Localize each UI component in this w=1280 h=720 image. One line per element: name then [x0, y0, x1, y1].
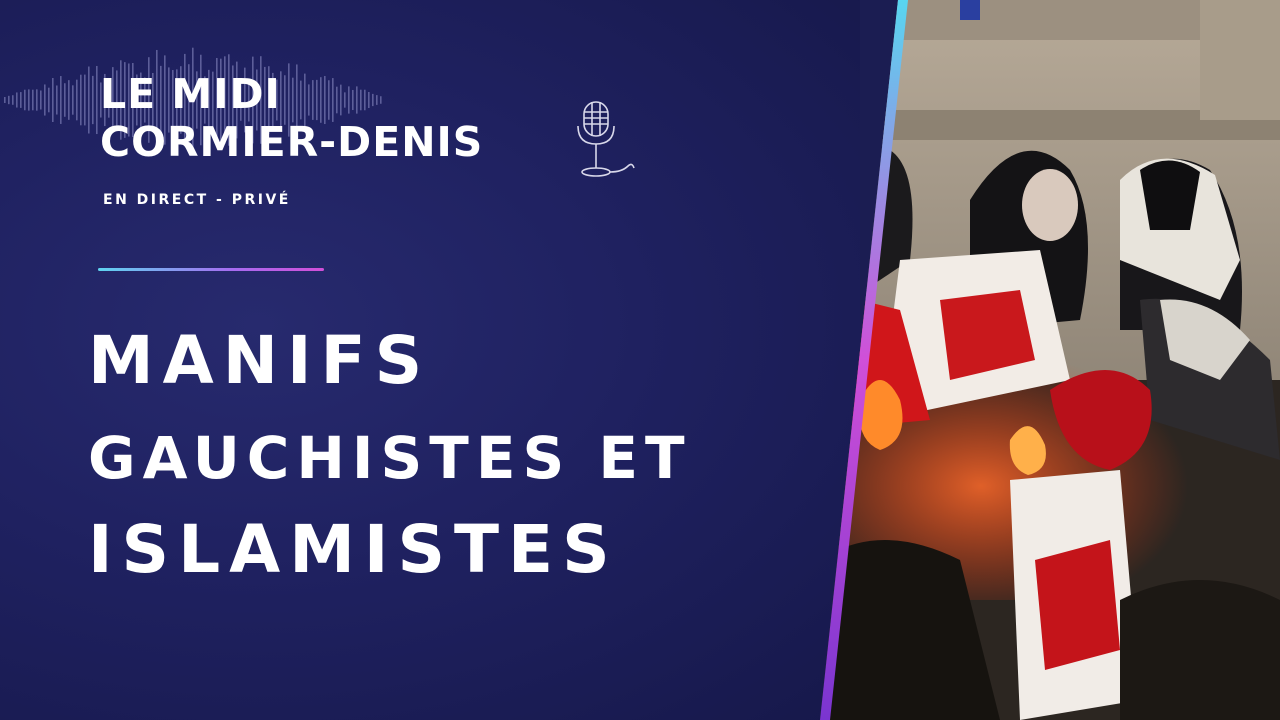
waveform-bar [8, 95, 10, 105]
news-photo [820, 0, 1280, 720]
waveform-bar [40, 90, 42, 110]
waveform-bar [68, 80, 70, 120]
waveform-bar [56, 85, 58, 115]
show-title-line2: CORMIER-DENIS [100, 118, 484, 166]
waveform-bar [12, 95, 14, 105]
headline-line2: GAUCHISTES ET [88, 424, 692, 492]
microphone-icon [577, 101, 635, 177]
waveform-bar [88, 66, 90, 134]
waveform-bar [52, 77, 54, 123]
waveform-bar [48, 87, 50, 113]
waveform-bar [64, 83, 66, 117]
headline-line3: ISLAMISTES [88, 511, 619, 588]
headline-line1: MANIFS [88, 322, 432, 399]
waveform-bar [20, 92, 22, 108]
waveform-bar [4, 97, 6, 103]
waveform-bar [84, 74, 86, 126]
waveform-bar [72, 85, 74, 115]
waveform-bar [32, 89, 34, 111]
waveform-bar [36, 89, 38, 111]
waveform-bar [76, 79, 78, 121]
waveform-bar [92, 75, 94, 125]
show-title: LE MIDI CORMIER-DENIS [100, 70, 483, 166]
show-subtitle: EN DIRECT - PRIVÉ [103, 192, 291, 208]
divider [98, 268, 324, 271]
waveform-bar [16, 92, 18, 108]
waveform-bar [80, 74, 82, 126]
waveform-bar [24, 89, 26, 111]
waveform-bar [96, 65, 98, 135]
waveform-bar [44, 84, 46, 116]
headline: MANIFS GAUCHISTES ET ISLAMISTES [88, 318, 692, 588]
waveform-bar [60, 76, 62, 124]
show-title-line1: LE MIDI [100, 70, 281, 118]
waveform-bar [28, 89, 30, 111]
